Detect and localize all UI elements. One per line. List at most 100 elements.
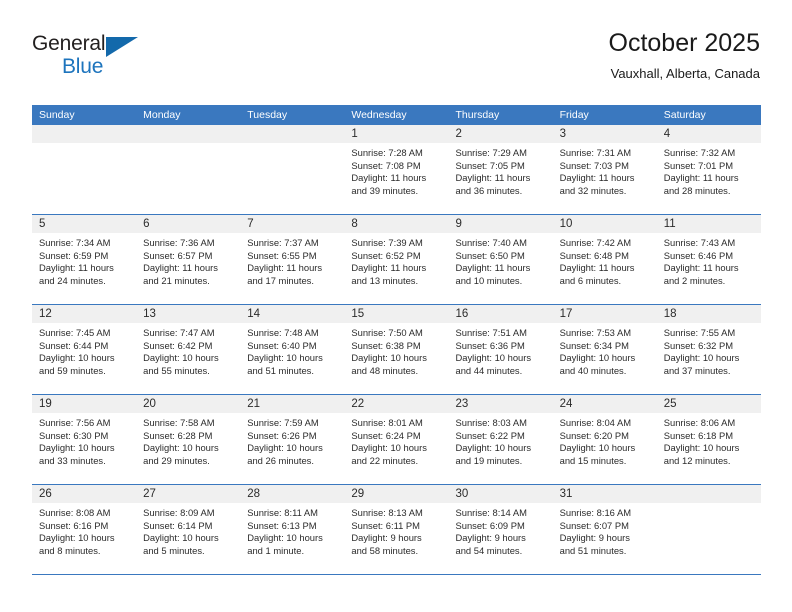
day-number: 3 — [552, 125, 657, 143]
day-cell[interactable]: 5 Sunrise: 7:34 AM Sunset: 6:59 PM Dayli… — [32, 215, 137, 304]
daylight-text-line2: and 36 minutes. — [455, 184, 523, 196]
day-cell[interactable]: 20 Sunrise: 7:58 AM Sunset: 6:28 PM Dayl… — [136, 395, 241, 484]
daylight-text-line1: Daylight: 11 hours — [247, 262, 323, 274]
sunrise-text: Sunrise: 7:45 AM — [39, 327, 111, 338]
day-cell[interactable]: 12 Sunrise: 7:45 AM Sunset: 6:44 PM Dayl… — [32, 305, 137, 394]
day-cell[interactable]: 2 Sunrise: 7:29 AM Sunset: 7:05 PM Dayli… — [448, 125, 553, 214]
daylight-text-line2: and 6 minutes. — [559, 274, 622, 286]
day-number — [656, 485, 761, 503]
sunset-text: Sunset: 6:07 PM — [559, 519, 629, 531]
weekday-header-tuesday: Tuesday — [247, 109, 288, 121]
daylight-text-line1: Daylight: 9 hours — [351, 532, 422, 544]
daylight-text-line2: and 17 minutes. — [247, 274, 314, 286]
day-cell[interactable]: 18 Sunrise: 7:55 AM Sunset: 6:32 PM Dayl… — [656, 305, 761, 394]
day-number: 10 — [552, 215, 657, 233]
daylight-text-line1: Daylight: 9 hours — [455, 532, 526, 544]
daylight-text-line1: Daylight: 10 hours — [143, 442, 219, 454]
day-number: 4 — [656, 125, 761, 143]
day-number: 25 — [656, 395, 761, 413]
day-cell[interactable]: 24 Sunrise: 8:04 AM Sunset: 6:20 PM Dayl… — [552, 395, 657, 484]
daylight-text-line2: and 15 minutes. — [559, 454, 627, 466]
sunrise-text: Sunrise: 8:09 AM — [143, 507, 215, 518]
day-cell[interactable]: 11 Sunrise: 7:43 AM Sunset: 6:46 PM Dayl… — [656, 215, 761, 304]
day-number: 12 — [32, 305, 137, 323]
day-details: Sunrise: 7:55 AM Sunset: 6:32 PM Dayligh… — [657, 323, 761, 377]
sunrise-text: Sunrise: 8:08 AM — [39, 507, 111, 518]
day-cell[interactable]: 21 Sunrise: 7:59 AM Sunset: 6:26 PM Dayl… — [240, 395, 345, 484]
sunrise-text: Sunrise: 7:58 AM — [143, 417, 215, 428]
day-number: 8 — [344, 215, 449, 233]
day-details: Sunrise: 7:51 AM Sunset: 6:36 PM Dayligh… — [449, 323, 553, 377]
day-cell[interactable]: 22 Sunrise: 8:01 AM Sunset: 6:24 PM Dayl… — [344, 395, 449, 484]
day-number: 16 — [448, 305, 553, 323]
sunrise-text: Sunrise: 7:32 AM — [663, 147, 736, 158]
day-details: Sunrise: 8:04 AM Sunset: 6:20 PM Dayligh… — [553, 413, 657, 467]
daylight-text-line2: and 59 minutes. — [39, 364, 106, 376]
day-details: Sunrise: 7:37 AM Sunset: 6:55 PM Dayligh… — [240, 233, 344, 287]
daylight-text-line1: Daylight: 10 hours — [559, 352, 636, 364]
day-details: Sunrise: 8:06 AM Sunset: 6:18 PM Dayligh… — [657, 413, 761, 467]
daylight-text-line2: and 37 minutes. — [663, 364, 731, 376]
day-cell[interactable]: 6 Sunrise: 7:36 AM Sunset: 6:57 PM Dayli… — [136, 215, 241, 304]
day-number: 9 — [448, 215, 553, 233]
day-cell[interactable]: 27 Sunrise: 8:09 AM Sunset: 6:14 PM Dayl… — [136, 485, 241, 574]
sunset-text: Sunset: 6:57 PM — [143, 249, 213, 261]
day-cell[interactable]: 7 Sunrise: 7:37 AM Sunset: 6:55 PM Dayli… — [240, 215, 345, 304]
day-cell[interactable]: 25 Sunrise: 8:06 AM Sunset: 6:18 PM Dayl… — [656, 395, 761, 484]
daylight-text-line1: Daylight: 11 hours — [663, 262, 739, 274]
sunset-text: Sunset: 6:52 PM — [351, 249, 421, 261]
daylight-text-line1: Daylight: 11 hours — [455, 262, 531, 274]
day-number: 11 — [656, 215, 761, 233]
sunrise-text: Sunrise: 7:51 AM — [455, 327, 527, 338]
day-cell[interactable]: 28 Sunrise: 8:11 AM Sunset: 6:13 PM Dayl… — [240, 485, 345, 574]
brand-logo[interactable]: General Blue — [32, 32, 242, 90]
weekday-header-monday: Monday — [143, 109, 181, 121]
daylight-text-line1: Daylight: 11 hours — [351, 172, 427, 184]
daylight-text-line2: and 26 minutes. — [247, 454, 314, 466]
day-details: Sunrise: 7:36 AM Sunset: 6:57 PM Dayligh… — [136, 233, 240, 287]
sunrise-text: Sunrise: 7:56 AM — [39, 417, 111, 428]
day-cell[interactable]: 4 Sunrise: 7:32 AM Sunset: 7:01 PM Dayli… — [656, 125, 761, 214]
daylight-text-line2: and 19 minutes. — [455, 454, 523, 466]
sunrise-text: Sunrise: 7:59 AM — [247, 417, 319, 428]
day-cell[interactable]: 16 Sunrise: 7:51 AM Sunset: 6:36 PM Dayl… — [448, 305, 553, 394]
day-number: 22 — [344, 395, 449, 413]
day-cell[interactable]: 13 Sunrise: 7:47 AM Sunset: 6:42 PM Dayl… — [136, 305, 241, 394]
day-cell[interactable]: 26 Sunrise: 8:08 AM Sunset: 6:16 PM Dayl… — [32, 485, 137, 574]
sunset-text: Sunset: 7:08 PM — [351, 159, 421, 171]
page-header: General Blue October 2025 Vauxhall, Albe… — [32, 28, 760, 94]
sunset-text: Sunset: 6:09 PM — [455, 519, 525, 531]
day-number — [240, 125, 345, 143]
weekday-header-row: Sunday Monday Tuesday Wednesday Thursday… — [32, 105, 761, 125]
day-cell[interactable]: 14 Sunrise: 7:48 AM Sunset: 6:40 PM Dayl… — [240, 305, 345, 394]
brand-name-top: General — [32, 32, 106, 55]
day-cell[interactable]: 29 Sunrise: 8:13 AM Sunset: 6:11 PM Dayl… — [344, 485, 449, 574]
day-details: Sunrise: 8:14 AM Sunset: 6:09 PM Dayligh… — [449, 503, 553, 557]
week-row: 19 Sunrise: 7:56 AM Sunset: 6:30 PM Dayl… — [32, 395, 761, 485]
brand-name-bottom: Blue — [62, 55, 104, 78]
day-details: Sunrise: 7:28 AM Sunset: 7:08 PM Dayligh… — [344, 143, 448, 197]
day-cell[interactable]: 17 Sunrise: 7:53 AM Sunset: 6:34 PM Dayl… — [552, 305, 657, 394]
day-cell[interactable]: 3 Sunrise: 7:31 AM Sunset: 7:03 PM Dayli… — [552, 125, 657, 214]
day-number: 23 — [448, 395, 553, 413]
sunset-text: Sunset: 6:20 PM — [559, 429, 629, 441]
daylight-text-line1: Daylight: 10 hours — [247, 352, 323, 364]
sunset-text: Sunset: 7:01 PM — [663, 159, 734, 171]
day-cell[interactable]: 15 Sunrise: 7:50 AM Sunset: 6:38 PM Dayl… — [344, 305, 449, 394]
day-cell[interactable]: 10 Sunrise: 7:42 AM Sunset: 6:48 PM Dayl… — [552, 215, 657, 304]
day-cell[interactable]: 19 Sunrise: 7:56 AM Sunset: 6:30 PM Dayl… — [32, 395, 137, 484]
day-cell[interactable]: 30 Sunrise: 8:14 AM Sunset: 6:09 PM Dayl… — [448, 485, 553, 574]
day-cell[interactable]: 9 Sunrise: 7:40 AM Sunset: 6:50 PM Dayli… — [448, 215, 553, 304]
day-cell[interactable]: 8 Sunrise: 7:39 AM Sunset: 6:52 PM Dayli… — [344, 215, 449, 304]
sunset-text: Sunset: 6:50 PM — [455, 249, 525, 261]
day-cell[interactable]: 1 Sunrise: 7:28 AM Sunset: 7:08 PM Dayli… — [344, 125, 449, 214]
day-cell — [656, 485, 761, 574]
sunrise-text: Sunrise: 7:47 AM — [143, 327, 215, 338]
day-cell[interactable]: 31 Sunrise: 8:16 AM Sunset: 6:07 PM Dayl… — [552, 485, 657, 574]
sunrise-text: Sunrise: 7:37 AM — [247, 237, 319, 248]
day-cell[interactable]: 23 Sunrise: 8:03 AM Sunset: 6:22 PM Dayl… — [448, 395, 553, 484]
week-row: 1 Sunrise: 7:28 AM Sunset: 7:08 PM Dayli… — [32, 125, 761, 215]
daylight-text-line2: and 28 minutes. — [663, 184, 731, 196]
sunrise-text: Sunrise: 7:42 AM — [559, 237, 632, 248]
sunrise-text: Sunrise: 7:36 AM — [143, 237, 215, 248]
